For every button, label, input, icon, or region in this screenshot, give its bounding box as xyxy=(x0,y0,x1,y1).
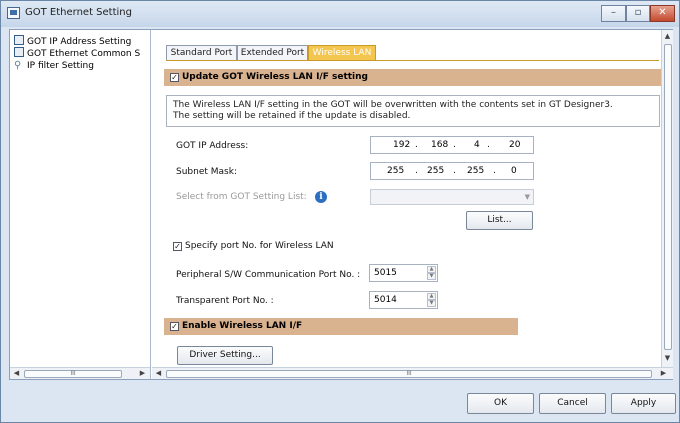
ip-octet-2: 168 xyxy=(431,140,449,150)
window-title: GOT Ethernet Setting xyxy=(25,7,132,18)
specify-port-option[interactable]: ✓ Specify port No. for Wireless LAN xyxy=(173,241,334,251)
peripheral-port-label: Peripheral S/W Communication Port No. : xyxy=(176,270,361,280)
mask-octet-2: 255 xyxy=(427,166,445,176)
tab-wireless-lan[interactable]: Wireless LAN xyxy=(308,45,376,61)
transparent-port-label: Transparent Port No. : xyxy=(176,296,274,306)
tab-standard-port[interactable]: Standard Port xyxy=(166,45,237,61)
dialog-client-area: GOT IP Address Setting GOT Ethernet Comm… xyxy=(9,29,673,380)
ip-octet-4: 20 xyxy=(509,140,521,150)
peripheral-port-stepper[interactable]: 5015 ▲ ▼ xyxy=(369,264,438,282)
minimize-button[interactable]: – xyxy=(601,5,626,22)
ip-octet-3: 4 xyxy=(474,140,480,150)
update-wireless-lan-label: Update GOT Wireless LAN I/F setting xyxy=(182,72,368,82)
enable-wireless-lan-label: Enable Wireless LAN I/F xyxy=(182,321,303,331)
apply-button[interactable]: Apply xyxy=(611,393,676,414)
mask-octet-4: 0 xyxy=(511,166,517,176)
stepper-down-icon[interactable]: ▼ xyxy=(427,273,436,280)
maximize-button[interactable]: ▫ xyxy=(626,5,650,22)
tab-extended-port[interactable]: Extended Port xyxy=(237,45,308,61)
chevron-down-icon: ▼ xyxy=(524,193,530,201)
driver-setting-button[interactable]: Driver Setting... xyxy=(177,346,273,365)
tab-divider xyxy=(166,60,659,61)
specify-port-checkbox[interactable]: ✓ xyxy=(173,242,182,251)
mask-octet-1: 255 xyxy=(387,166,405,176)
scroll-thumb[interactable]: III xyxy=(24,370,122,378)
specify-port-label: Specify port No. for Wireless LAN xyxy=(185,241,334,251)
note-line-2: The setting will be retained if the upda… xyxy=(173,111,411,121)
network-setting-icon xyxy=(14,47,24,57)
ip-dot: . xyxy=(415,140,418,150)
select-from-list-label: Select from GOT Setting List: xyxy=(176,192,307,202)
transparent-port-stepper[interactable]: 5014 ▲ ▼ xyxy=(369,291,438,309)
got-ip-address-label: GOT IP Address: xyxy=(176,141,249,151)
mask-dot: . xyxy=(415,166,418,176)
mask-octet-3: 255 xyxy=(467,166,485,176)
ok-button[interactable]: OK xyxy=(467,393,534,414)
ip-dot: . xyxy=(487,140,490,150)
subnet-mask-label: Subnet Mask: xyxy=(176,167,237,177)
cancel-button[interactable]: Cancel xyxy=(539,393,606,414)
dialog-footer: OK Cancel Apply xyxy=(1,382,679,422)
update-wireless-lan-checkbox[interactable]: ✓ xyxy=(170,73,179,82)
scroll-down-arrow-icon[interactable]: ▼ xyxy=(662,353,673,364)
tree-horizontal-scrollbar[interactable]: ◀ III ▶ xyxy=(10,367,150,379)
tree-item-ethernet-common[interactable]: GOT Ethernet Common S xyxy=(14,47,140,59)
got-setting-list-dropdown[interactable]: ▼ xyxy=(370,189,534,205)
title-bar[interactable]: GOT Ethernet Setting – ▫ ✕ xyxy=(1,1,679,27)
got-ethernet-setting-window: GOT Ethernet Setting – ▫ ✕ GOT IP Addres… xyxy=(0,0,680,423)
mask-dot: . xyxy=(453,166,456,176)
got-ip-address-field[interactable]: 192 . 168 . 4 . 20 xyxy=(370,136,534,154)
tree-item-label: GOT IP Address Setting xyxy=(27,37,132,47)
enable-wireless-lan-section: ✓ Enable Wireless LAN I/F xyxy=(164,318,518,335)
stepper-up-icon[interactable]: ▲ xyxy=(427,266,436,273)
scroll-up-arrow-icon[interactable]: ▲ xyxy=(662,31,673,42)
content-vertical-scrollbar[interactable]: ▲ ▼ xyxy=(661,30,673,367)
ip-octet-1: 192 xyxy=(393,140,411,150)
transparent-port-value: 5014 xyxy=(374,295,397,305)
filter-icon: ⚲ xyxy=(14,60,22,71)
note-line-1: The Wireless LAN I/F setting in the GOT … xyxy=(173,100,613,110)
app-icon xyxy=(7,7,20,19)
tree-item-label: GOT Ethernet Common S xyxy=(27,49,141,59)
tree-item-ip-address-setting[interactable]: GOT IP Address Setting xyxy=(14,35,131,47)
update-wireless-lan-section: ✓ Update GOT Wireless LAN I/F setting xyxy=(164,69,665,86)
peripheral-port-value: 5015 xyxy=(374,268,397,278)
stepper-up-icon[interactable]: ▲ xyxy=(427,293,436,300)
list-button[interactable]: List... xyxy=(466,211,533,230)
close-button[interactable]: ✕ xyxy=(650,5,675,22)
network-setting-icon xyxy=(14,35,24,45)
ip-dot: . xyxy=(453,140,456,150)
scroll-thumb[interactable] xyxy=(664,44,672,350)
scroll-left-arrow-icon[interactable]: ◀ xyxy=(153,368,164,379)
tree-item-ip-filter[interactable]: ⚲ IP filter Setting xyxy=(14,60,94,72)
stepper-down-icon[interactable]: ▼ xyxy=(427,300,436,307)
overwrite-note: The Wireless LAN I/F setting in the GOT … xyxy=(166,95,660,127)
subnet-mask-field[interactable]: 255 . 255 . 255 . 0 xyxy=(370,162,534,180)
mask-dot: . xyxy=(493,166,496,176)
content-horizontal-scrollbar[interactable]: ◀ III ▶ xyxy=(152,367,673,379)
info-icon[interactable]: i xyxy=(315,191,327,203)
scroll-thumb[interactable]: III xyxy=(166,370,652,378)
scroll-left-arrow-icon[interactable]: ◀ xyxy=(11,368,22,379)
enable-wireless-lan-checkbox[interactable]: ✓ xyxy=(170,322,179,331)
settings-tree: GOT IP Address Setting GOT Ethernet Comm… xyxy=(10,30,151,379)
tree-item-label: IP filter Setting xyxy=(27,61,94,71)
scroll-right-arrow-icon[interactable]: ▶ xyxy=(137,368,148,379)
scroll-right-arrow-icon[interactable]: ▶ xyxy=(658,368,669,379)
